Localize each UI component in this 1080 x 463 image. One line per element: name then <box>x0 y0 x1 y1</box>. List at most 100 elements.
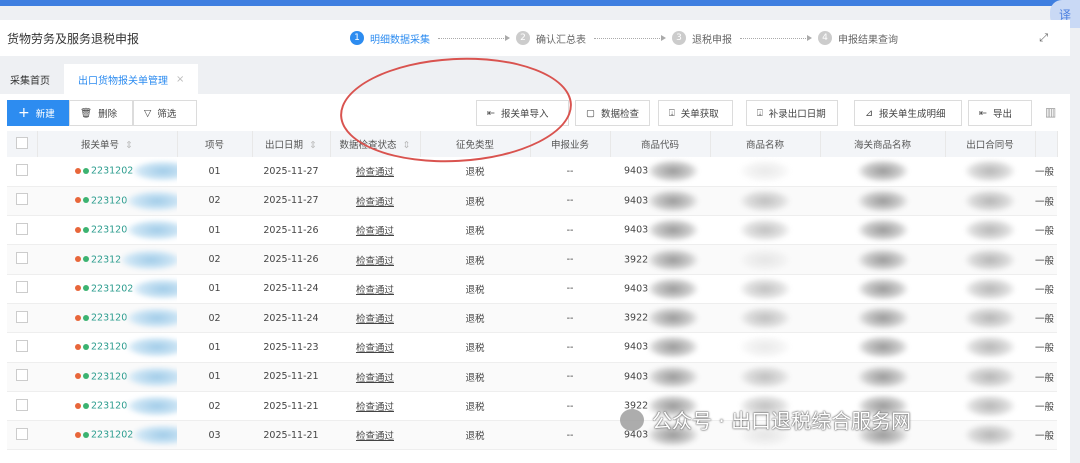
check-status-link[interactable]: 检查通过 <box>356 402 394 413</box>
declaration-no-link[interactable]: 223120 <box>91 313 127 324</box>
declaration-business-cell: -- <box>530 274 610 304</box>
check-status-link[interactable]: 检查通过 <box>356 431 394 442</box>
check-status-link[interactable]: 检查通过 <box>356 343 394 354</box>
declaration-no-cell[interactable]: 2231202 <box>37 274 177 304</box>
declaration-no-link[interactable]: 223120 <box>91 225 127 236</box>
expand-icon[interactable]: ⤢ <box>1039 31 1048 45</box>
row-checkbox[interactable] <box>7 215 37 246</box>
status-dot <box>83 167 89 174</box>
row-checkbox[interactable] <box>7 157 37 187</box>
row-checkbox[interactable] <box>7 332 37 363</box>
table-row[interactable]: 223120 01 2025-11-26 检查通过 退税 -- 9403 一般 <box>7 215 1057 246</box>
declaration-no-link[interactable]: 2231202 <box>91 430 133 441</box>
close-icon[interactable]: × <box>176 74 184 85</box>
row-checkbox[interactable] <box>7 186 37 217</box>
row-checkbox[interactable] <box>7 362 37 392</box>
contract-no-cell <box>945 332 1035 363</box>
declaration-no-cell[interactable]: 223120 <box>37 186 177 217</box>
check-status-link[interactable]: 检查通过 <box>356 373 394 384</box>
redaction <box>133 278 177 299</box>
declaration-no-link[interactable]: 22312 <box>91 254 121 265</box>
label: 数据检查 <box>600 109 639 120</box>
top-bar <box>0 0 1080 6</box>
customs-commodity-name-cell <box>820 332 945 363</box>
row-checkbox[interactable] <box>7 391 37 422</box>
check-status-cell[interactable]: 检查通过 <box>330 186 420 217</box>
row-checkbox[interactable] <box>7 244 37 275</box>
declaration-no-cell[interactable]: 22312 <box>37 244 177 275</box>
generate-detail-button[interactable]: ⊿ 报关单生成明细 <box>854 100 962 126</box>
step-number: 4 <box>818 31 832 45</box>
check-status-cell[interactable]: 检查通过 <box>330 303 420 334</box>
check-status-link[interactable]: 检查通过 <box>356 167 394 178</box>
commodity-code-cell: 9403 <box>610 274 710 304</box>
table-row[interactable]: 223120 01 2025-11-23 检查通过 退税 -- 9403 一般 <box>7 332 1057 363</box>
check-status-cell[interactable]: 检查通过 <box>330 157 420 187</box>
row-checkbox[interactable] <box>7 274 37 304</box>
step-4[interactable]: 4 申报结果查询 <box>818 31 898 46</box>
status-dot <box>75 373 81 380</box>
tab-customs-declaration[interactable]: 出口货物报关单管理 × <box>64 64 199 94</box>
customs-commodity-name-cell <box>820 186 945 217</box>
check-status-cell[interactable]: 检查通过 <box>330 274 420 304</box>
tab-home[interactable]: 采集首页 <box>0 64 60 94</box>
export-date-cell: 2025-11-26 <box>252 215 330 246</box>
declaration-no-cell[interactable]: 223120 <box>37 362 177 392</box>
table-row[interactable]: 223120 02 2025-11-24 检查通过 退税 -- 3922 一般 <box>7 303 1057 334</box>
header-export-date[interactable]: 出口日期 ⇕ <box>252 131 331 157</box>
check-status-cell[interactable]: 检查通过 <box>330 362 420 392</box>
check-status-link[interactable]: 检查通过 <box>356 226 394 237</box>
row-checkbox[interactable] <box>7 303 37 334</box>
supplement-date-button[interactable]: ⍗ 补录出口日期 <box>746 100 838 126</box>
export-date-cell: 2025-11-27 <box>252 186 330 217</box>
delete-button[interactable]: 🗑 删除 <box>69 100 133 126</box>
check-status-cell[interactable]: 检查通过 <box>330 215 420 246</box>
filter-button[interactable]: ▽ 筛选 <box>133 100 197 126</box>
redaction <box>127 396 177 417</box>
exemption-type-cell: 退税 <box>420 332 530 363</box>
declaration-no-cell[interactable]: 223120 <box>37 391 177 422</box>
export-button[interactable]: ⇤ 导出 <box>968 100 1032 126</box>
step-3[interactable]: 3 退税申报 <box>672 31 732 46</box>
declaration-no-cell[interactable]: 223120 <box>37 215 177 246</box>
select-all-checkbox[interactable] <box>7 131 38 157</box>
declaration-no-link[interactable]: 223120 <box>91 195 127 206</box>
fetch-button[interactable]: ⍗ 关单获取 <box>658 100 733 126</box>
export-icon: ⇤ <box>979 107 987 119</box>
declaration-business-cell: -- <box>530 303 610 334</box>
declaration-no-link[interactable]: 223120 <box>91 342 127 353</box>
column-settings-icon[interactable]: ▥ <box>1045 105 1056 119</box>
new-button[interactable]: + 新建 <box>7 100 69 126</box>
commodity-name-cell <box>710 274 820 304</box>
table-row[interactable]: 22312 02 2025-11-26 检查通过 退税 -- 3922 一般 <box>7 244 1057 275</box>
declaration-no-link[interactable]: 223120 <box>91 371 127 382</box>
declaration-no-link[interactable]: 223120 <box>91 401 127 412</box>
data-check-button[interactable]: ▢ 数据检查 <box>575 100 650 126</box>
declaration-no-cell[interactable]: 2231202 <box>37 420 177 451</box>
row-checkbox[interactable] <box>7 420 37 451</box>
declaration-no-cell[interactable]: 2231202 <box>37 157 177 187</box>
declaration-no-cell[interactable]: 223120 <box>37 303 177 334</box>
check-status-cell[interactable]: 检查通过 <box>330 332 420 363</box>
header-declaration-no[interactable]: 报关单号 ⇕ <box>37 131 178 157</box>
table-row[interactable]: 223120 02 2025-11-27 检查通过 退税 -- 9403 一般 <box>7 186 1057 217</box>
step-arrow <box>594 34 666 41</box>
check-status-link[interactable]: 检查通过 <box>356 285 394 296</box>
check-status-link[interactable]: 检查通过 <box>356 256 394 267</box>
declaration-no-link[interactable]: 2231202 <box>91 166 133 177</box>
table-row[interactable]: 2231202 01 2025-11-27 检查通过 退税 -- 9403 一般 <box>7 157 1057 187</box>
check-status-cell[interactable]: 检查通过 <box>330 391 420 422</box>
header-customs-commodity-name: 海关商品名称 <box>820 131 946 157</box>
declaration-no-link[interactable]: 2231202 <box>91 283 133 294</box>
table-row[interactable]: 223120 01 2025-11-21 检查通过 退税 -- 9403 一般 <box>7 362 1057 392</box>
check-status-link[interactable]: 检查通过 <box>356 314 394 325</box>
header-contract-no: 出口合同号 <box>945 131 1036 157</box>
table-row[interactable]: 2231202 01 2025-11-24 检查通过 退税 -- 9403 一般 <box>7 274 1057 304</box>
trade-mode-cell: 一般 <box>1035 244 1057 275</box>
check-status-link[interactable]: 检查通过 <box>356 197 394 208</box>
step-2[interactable]: 2 确认汇总表 <box>516 31 586 46</box>
step-1[interactable]: 1 明细数据采集 <box>350 31 430 46</box>
check-status-cell[interactable]: 检查通过 <box>330 244 420 275</box>
declaration-no-cell[interactable]: 223120 <box>37 332 177 363</box>
check-status-cell[interactable]: 检查通过 <box>330 420 420 451</box>
